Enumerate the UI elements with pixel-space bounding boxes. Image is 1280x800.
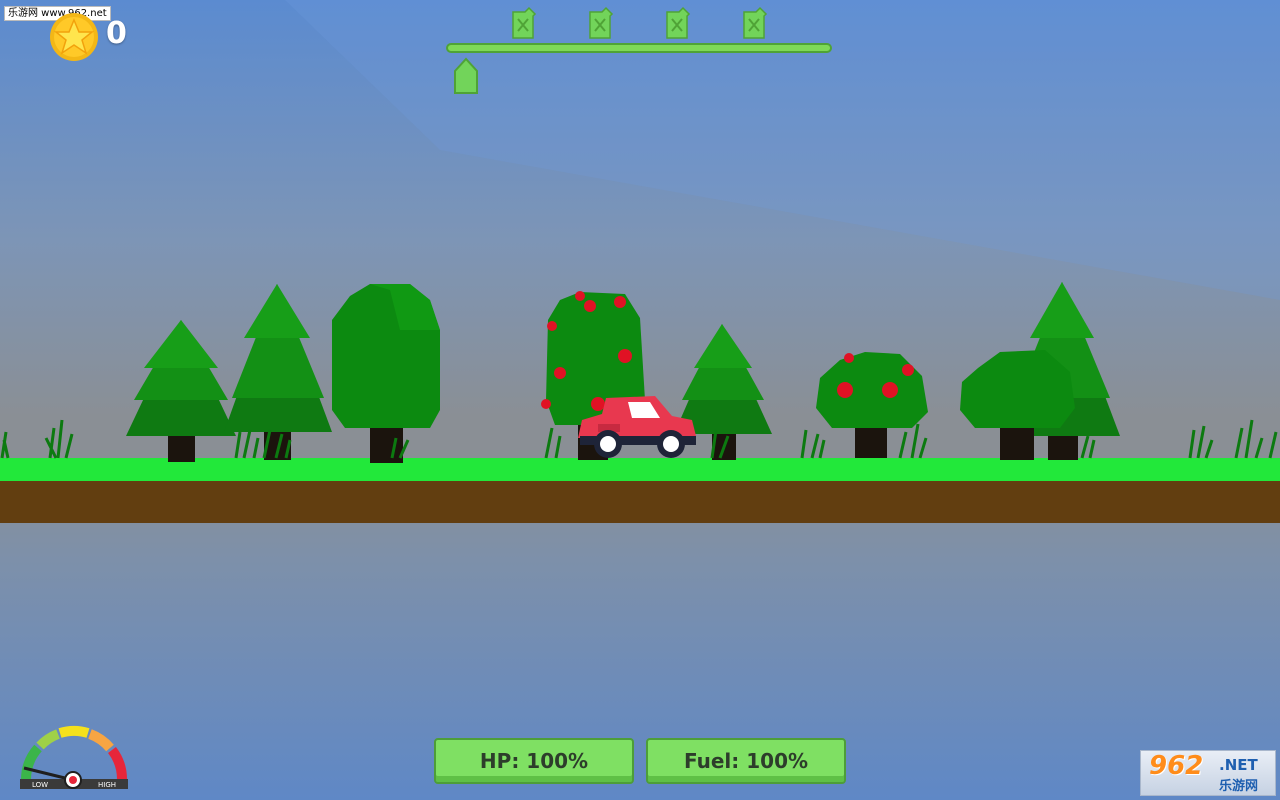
gauge-low-label: LOW bbox=[32, 781, 48, 789]
fuel-label: Fuel: 100% bbox=[683, 749, 809, 773]
gauge-high-label: HIGH bbox=[98, 781, 116, 789]
hp-panel: HP: 100% bbox=[434, 738, 634, 784]
fuel-can-icon bbox=[666, 6, 691, 39]
fuel-can-icon bbox=[589, 6, 614, 39]
apple-tree bbox=[816, 352, 928, 458]
score-value: 0 bbox=[106, 16, 127, 51]
round-tree bbox=[332, 284, 440, 463]
pine-tree bbox=[126, 320, 236, 462]
level-progress-bar bbox=[446, 43, 832, 53]
speedometer-icon: LOW HIGH bbox=[20, 725, 128, 789]
logo-number: 962 bbox=[1149, 751, 1204, 781]
game-scene bbox=[0, 0, 1280, 523]
dirt-strip bbox=[0, 481, 1280, 523]
logo-cn: 乐游网 bbox=[1219, 779, 1259, 794]
star-icon bbox=[50, 13, 98, 61]
fuel-panel: Fuel: 100% bbox=[646, 738, 846, 784]
logo-net: .NET bbox=[1219, 756, 1258, 774]
hp-label: HP: 100% bbox=[479, 749, 589, 773]
site-logo: 962 .NET 乐游网 bbox=[1140, 750, 1276, 796]
fuel-can-icon bbox=[743, 6, 768, 39]
progress-marker-icon bbox=[454, 57, 478, 94]
fuel-can-icon bbox=[512, 6, 537, 39]
